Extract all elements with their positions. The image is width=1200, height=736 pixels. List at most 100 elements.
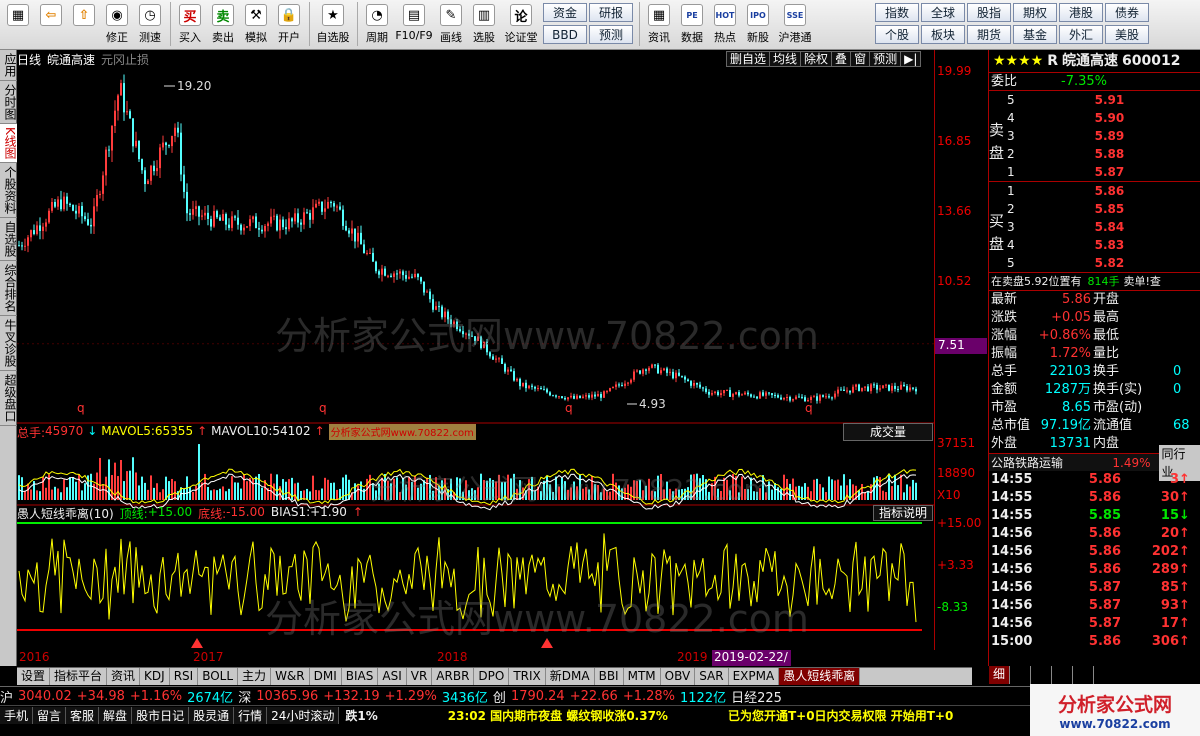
asks-row[interactable]: 2 5.88 <box>1007 145 1200 163</box>
chart-btn-6[interactable]: ▶| <box>900 51 922 67</box>
market-btn-2[interactable]: 股指 <box>967 3 1011 22</box>
left-tab-2[interactable]: K线图 <box>0 124 17 163</box>
indicator-tab-8[interactable]: DMI <box>310 668 342 685</box>
indicator-tab-19[interactable]: SAR <box>695 668 729 685</box>
grid-a-3[interactable]: 预测 <box>589 25 633 44</box>
indicator-tab-3[interactable]: KDJ <box>140 668 170 685</box>
quote-tab-0[interactable]: 细 <box>989 666 1011 684</box>
market-btn-9[interactable]: 期货 <box>967 25 1011 44</box>
chart-btn-0[interactable]: 删自选 <box>726 51 771 67</box>
indicator-tab-16[interactable]: BBI <box>595 668 624 685</box>
sector-row[interactable]: 公路铁路运输 1.49% 同行业 <box>989 444 1200 481</box>
buy-button[interactable]: 买买入 <box>174 2 206 48</box>
market-btn-10[interactable]: 基金 <box>1013 25 1057 44</box>
asks-row[interactable]: 3 5.89 <box>1007 127 1200 145</box>
indicator-tab-5[interactable]: BOLL <box>198 668 239 685</box>
indicator-tab-21[interactable]: 愚人短线乖离 <box>779 668 861 685</box>
chart-btn-3[interactable]: 叠 <box>831 51 852 67</box>
market-btn-3[interactable]: 期权 <box>1013 3 1057 22</box>
indicator-tab-13[interactable]: DPO <box>474 668 510 685</box>
ticker-b[interactable]: 23:02 国内期市夜盘 螺纹钢收涨0.37% <box>448 707 668 724</box>
market-btn-1[interactable]: 全球 <box>921 3 965 22</box>
kline-chart[interactable]: 19.20 4.93 q q q q <box>17 50 935 650</box>
quote-tab-3[interactable]: 指 <box>1052 666 1074 684</box>
asks-row[interactable]: 4 5.90 <box>1007 109 1200 127</box>
sh-index[interactable]: 3040.02 <box>18 689 72 704</box>
status-btn-4[interactable]: 股市日记 <box>132 706 190 724</box>
data-button[interactable]: PE 数据 <box>676 2 708 48</box>
asks-row[interactable]: 1 5.87 <box>1007 163 1200 181</box>
status-btn-3[interactable]: 解盘 <box>99 706 133 724</box>
sell-button[interactable]: 卖卖出 <box>207 2 239 48</box>
period-button[interactable]: ◔ 周期 <box>361 2 393 48</box>
bids-row[interactable]: 3 5.84 <box>1007 218 1200 236</box>
chart-btn-4[interactable]: 窗 <box>850 51 871 67</box>
indicator-tab-12[interactable]: ARBR <box>432 668 475 685</box>
market-btn-11[interactable]: 外汇 <box>1059 25 1103 44</box>
indicator-tab-18[interactable]: OBV <box>661 668 696 685</box>
left-tab-5[interactable]: 综合排名 <box>0 261 17 316</box>
fix-button[interactable]: ◉ 修正 <box>101 2 133 48</box>
up-button[interactable]: ⇧ <box>68 2 100 48</box>
indicator-tab-6[interactable]: 主力 <box>238 668 272 685</box>
hk-button[interactable]: SSE 沪港通 <box>775 2 815 48</box>
market-btn-0[interactable]: 指数 <box>875 3 919 22</box>
indicator-tab-11[interactable]: VR <box>407 668 433 685</box>
indicator-tab-20[interactable]: EXPMA <box>729 668 780 685</box>
watch-button[interactable]: ★ 自选股 <box>313 2 353 48</box>
bids-row[interactable]: 4 5.83 <box>1007 236 1200 254</box>
grid-a-1[interactable]: 研报 <box>589 3 633 22</box>
market-btn-4[interactable]: 港股 <box>1059 3 1103 22</box>
indicator-tab-1[interactable]: 指标平台 <box>50 668 108 685</box>
indicator-tab-10[interactable]: ASI <box>378 668 407 685</box>
left-tab-1[interactable]: 分时图 <box>0 81 17 124</box>
left-tab-4[interactable]: 自选股 <box>0 218 17 261</box>
grid-a-0[interactable]: 资金 <box>543 3 587 22</box>
indicator-tab-14[interactable]: TRIX <box>509 668 546 685</box>
status-btn-2[interactable]: 客服 <box>66 706 100 724</box>
indicator-tab-15[interactable]: 新DMA <box>546 668 595 685</box>
quote-tab-1[interactable]: 价 <box>1010 666 1032 684</box>
indicator-help-button[interactable]: 指标说明 <box>873 505 933 521</box>
back-button[interactable]: ⇦ <box>35 2 67 48</box>
f10-button[interactable]: ▤ F10/F9 <box>394 2 434 48</box>
status-btn-0[interactable]: 手机 <box>0 706 34 724</box>
bids-row[interactable]: 2 5.85 <box>1007 200 1200 218</box>
chart-btn-5[interactable]: 预测 <box>869 51 902 67</box>
open-button[interactable]: 🔒 开户 <box>273 2 305 48</box>
draw-button[interactable]: ✎ 画线 <box>435 2 467 48</box>
cy-index[interactable]: 1790.24 <box>511 689 565 704</box>
test-button[interactable]: ◷ 测速 <box>134 2 166 48</box>
grid-a-2[interactable]: BBD <box>543 25 587 44</box>
chart-btn-1[interactable]: 均线 <box>769 51 802 67</box>
chart-btn-2[interactable]: 除权 <box>800 51 833 67</box>
bids-row[interactable]: 5 5.82 <box>1007 254 1200 272</box>
left-tab-7[interactable]: 超级盘口 <box>0 371 17 426</box>
lunzheng-button[interactable]: 论论证堂 <box>501 2 541 48</box>
market-btn-12[interactable]: 美股 <box>1105 25 1149 44</box>
asks-row[interactable]: 5 5.91 <box>1007 91 1200 109</box>
market-btn-8[interactable]: 板块 <box>921 25 965 44</box>
indicator-tab-9[interactable]: BIAS <box>342 668 379 685</box>
indicator-tab-4[interactable]: RSI <box>170 668 199 685</box>
indicator-tab-17[interactable]: MTM <box>624 668 661 685</box>
indicator-name[interactable]: 愚人短线乖离(10) <box>17 505 114 521</box>
home-button[interactable]: ▦ <box>2 2 34 48</box>
market-btn-5[interactable]: 债券 <box>1105 3 1149 22</box>
left-tab-0[interactable]: 应用 <box>0 50 17 81</box>
ipo-button[interactable]: IPO 新股 <box>742 2 774 48</box>
hot-button[interactable]: HOT 热点 <box>709 2 741 48</box>
select-button[interactable]: ▥ 选股 <box>468 2 500 48</box>
order-notice[interactable]: 在卖盘5.92位置有 814手 卖单!查 <box>989 272 1200 290</box>
indicator-tab-0[interactable]: 设置 <box>17 668 51 685</box>
market-btn-7[interactable]: 个股 <box>875 25 919 44</box>
status-btn-1[interactable]: 留言 <box>33 706 67 724</box>
sz-index[interactable]: 10365.96 <box>256 689 318 704</box>
status-btn-5[interactable]: 股灵通 <box>189 706 235 724</box>
quote-tab-2[interactable]: 笔 <box>1031 666 1053 684</box>
status-btn-6[interactable]: 行情 <box>234 706 268 724</box>
info-button[interactable]: ▦ 资讯 <box>643 2 675 48</box>
indicator-tab-2[interactable]: 资讯 <box>107 668 141 685</box>
ticker-c[interactable]: 已为您开通T+0日内交易权限 开始用T+0 <box>728 707 953 724</box>
indicator-tab-7[interactable]: W&R <box>271 668 310 685</box>
